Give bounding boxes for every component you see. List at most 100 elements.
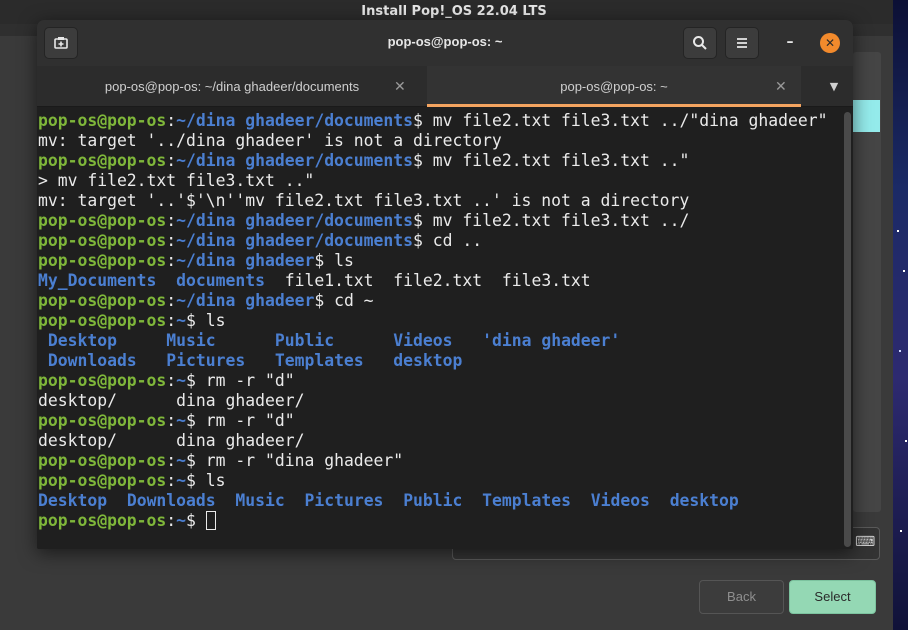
prompt-path: ~ (176, 371, 187, 390)
new-tab-button[interactable] (44, 27, 78, 59)
select-button[interactable]: Select (789, 580, 876, 614)
prompt-colon: : (166, 251, 177, 270)
prompt-colon: : (166, 151, 177, 170)
prompt-user: pop-os@pop-os (38, 311, 167, 330)
column-gap (374, 271, 394, 290)
directory-entry: Videos (393, 331, 453, 350)
tab-bar: pop-os@pop-os: ~/dina ghadeer/documents … (37, 66, 853, 107)
file-entry: file3.txt (501, 271, 591, 290)
keyboard-icon[interactable]: ⌨ (855, 535, 875, 550)
desktop-wallpaper (893, 0, 908, 630)
prompt-dollar: $ (186, 451, 196, 470)
column-gap (462, 491, 482, 510)
tab-close-icon[interactable]: ✕ (394, 78, 406, 95)
terminal-line: mv: target '../dina ghadeer' is not a di… (38, 131, 843, 151)
minimize-button[interactable]: – (779, 31, 801, 53)
column-gap (453, 331, 483, 350)
command-text: mv file2.txt file3.txt ../"dina ghadeer" (422, 111, 828, 130)
installer-selected-row[interactable] (853, 100, 880, 132)
tab-label: pop-os@pop-os: ~/dina ghadeer/documents (104, 79, 360, 94)
tab-list-dropdown[interactable]: ▼ (815, 66, 853, 107)
command-text: mv file2.txt file3.txt .." (422, 151, 690, 170)
close-icon: ✕ (824, 36, 836, 50)
prompt-dollar: $ (413, 211, 423, 230)
command-text: rm -r "d" (195, 371, 295, 390)
terminal-line: desktop/ dina ghadeer/ (38, 391, 843, 411)
scrollbar-thumb[interactable] (844, 112, 851, 547)
output-text: mv: target '..'$'\n''mv file2.txt file3.… (38, 191, 690, 210)
command-text: ls (195, 311, 226, 330)
file-entry: file1.txt (284, 271, 374, 290)
terminal-line: pop-os@pop-os:~$ rm -r "d" (38, 371, 843, 391)
directory-entry: Templates (274, 351, 364, 370)
directory-entry: documents (176, 271, 265, 290)
prompt-colon: : (166, 471, 177, 490)
search-icon (693, 36, 707, 50)
minimize-icon: – (786, 34, 794, 50)
terminal-line: pop-os@pop-os:~/dina ghadeer$ cd ~ (38, 291, 843, 311)
tab-documents[interactable]: pop-os@pop-os: ~/dina ghadeer/documents … (37, 66, 427, 107)
command-text: mv file2.txt file3.txt ../ (422, 211, 690, 230)
prompt-user: pop-os@pop-os (38, 451, 167, 470)
directory-entry: Public (403, 491, 463, 510)
terminal-line: Downloads Pictures Templates desktop (38, 351, 843, 371)
directory-entry: Music (166, 331, 216, 350)
prompt-colon: : (166, 291, 177, 310)
directory-entry: Desktop (38, 491, 108, 510)
command-text: rm -r "dina ghadeer" (195, 451, 404, 470)
hamburger-menu-icon (737, 38, 747, 48)
column-gap (364, 351, 394, 370)
prompt-user: pop-os@pop-os (38, 111, 167, 130)
search-button[interactable] (683, 27, 717, 59)
directory-entry: Templates (482, 491, 571, 510)
prompt-dollar: $ (314, 251, 325, 270)
command-text: cd ~ (324, 291, 374, 310)
tab-close-icon[interactable]: ✕ (775, 78, 787, 95)
prompt-path: ~/dina ghadeer/documents (176, 211, 414, 230)
directory-entry: Downloads (126, 491, 216, 510)
prompt-user: pop-os@pop-os (38, 151, 167, 170)
column-gap (650, 491, 670, 510)
command-text: rm -r "d" (195, 411, 295, 430)
directory-entry: Desktop (38, 331, 117, 350)
terminal-line: > mv file2.txt file3.txt .." (38, 171, 843, 191)
column-gap (383, 491, 403, 510)
terminal-line: pop-os@pop-os:~/dina ghadeer$ ls (38, 251, 843, 271)
menu-button[interactable] (725, 27, 759, 59)
prompt-path: ~ (176, 451, 187, 470)
prompt-dollar: $ (186, 411, 196, 430)
output-text: desktop/ dina ghadeer/ (38, 431, 305, 450)
new-tab-icon (54, 37, 68, 49)
prompt-dollar: $ (186, 371, 196, 390)
directory-entry: desktop (669, 491, 739, 510)
back-button[interactable]: Back (699, 580, 784, 614)
terminal-line: pop-os@pop-os:~$ (38, 511, 843, 531)
column-gap (245, 351, 275, 370)
prompt-path: ~/dina ghadeer (176, 251, 315, 270)
prompt-user: pop-os@pop-os (38, 411, 167, 430)
column-gap (571, 491, 591, 510)
column-gap (156, 271, 176, 290)
prompt-path: ~ (176, 511, 187, 530)
terminal-line: pop-os@pop-os:~$ ls (38, 311, 843, 331)
column-gap (107, 491, 127, 510)
prompt-user: pop-os@pop-os (38, 371, 167, 390)
directory-entry: Videos (590, 491, 650, 510)
prompt-colon: : (166, 111, 177, 130)
terminal-output[interactable]: pop-os@pop-os:~/dina ghadeer/documents$ … (37, 108, 843, 549)
command-text: cd .. (422, 231, 483, 250)
prompt-user: pop-os@pop-os (38, 231, 167, 250)
terminal-line: pop-os@pop-os:~$ rm -r "dina ghadeer" (38, 451, 843, 471)
prompt-colon: : (166, 411, 177, 430)
terminal-headerbar: pop-os@pop-os: ~ – ✕ (37, 20, 853, 66)
prompt-path: ~ (176, 471, 187, 490)
command-text (196, 511, 206, 530)
prompt-user: pop-os@pop-os (38, 511, 167, 530)
terminal-line: pop-os@pop-os:~/dina ghadeer/documents$ … (38, 211, 843, 231)
terminal-window: pop-os@pop-os: ~ – ✕ pop-os@pop-os: ~/di… (37, 20, 853, 549)
column-gap (216, 331, 275, 350)
tab-home[interactable]: pop-os@pop-os: ~ ✕ (427, 66, 801, 107)
prompt-dollar: $ (413, 151, 423, 170)
close-window-button[interactable]: ✕ (820, 33, 840, 53)
directory-entry: Pictures (304, 491, 384, 510)
